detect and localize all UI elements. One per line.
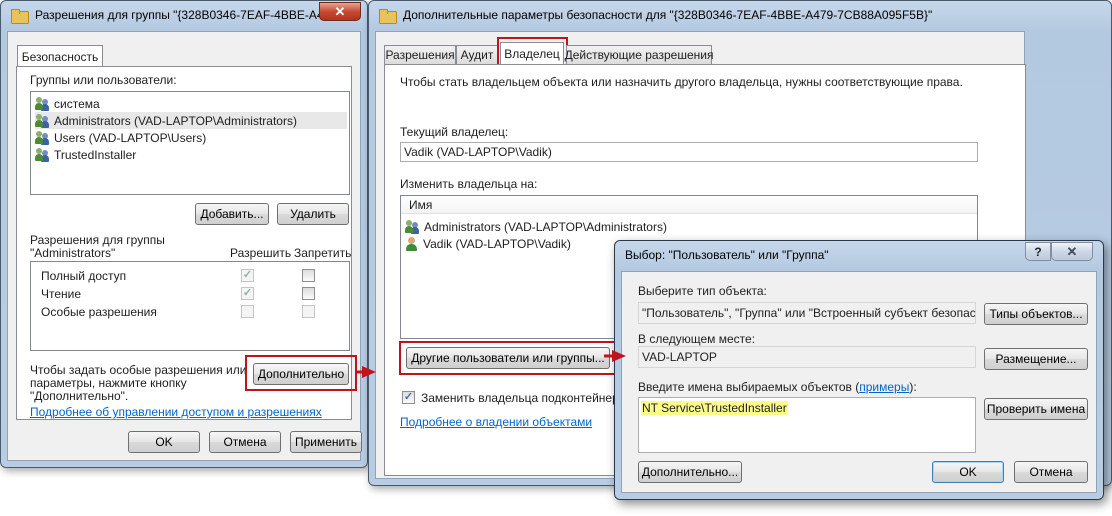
users-icon [35, 113, 51, 128]
permissions-window: Разрешения для группы "{328B0346-7EAF-4B… [0, 0, 368, 468]
permissions-listbox: Полный доступ ✓ Чтение ✓ Особые разрешен… [30, 261, 350, 351]
select-dialog-client-area: Выберите тип объекта: "Пользователь", "Г… [621, 271, 1097, 493]
list-item[interactable]: Administrators (VAD-LAPTOP\Administrator… [35, 112, 347, 129]
current-owner-label: Текущий владелец: [400, 125, 509, 139]
cancel-button[interactable]: Отмена [1014, 461, 1088, 483]
location-button[interactable]: Размещение... [984, 348, 1088, 370]
ownership-help-link[interactable]: Подробнее о владении объектами [400, 415, 592, 429]
special-perms-text-2: параметры, нажмите кнопку [30, 376, 187, 390]
other-users-highlight-box [399, 341, 619, 375]
folder-icon [11, 8, 29, 24]
perm-full-access-label: Полный доступ [41, 269, 127, 283]
access-help-link[interactable]: Подробнее об управлении доступом и разре… [30, 405, 322, 419]
deny-full-access-checkbox[interactable] [302, 269, 315, 282]
location-label: В следующем месте: [638, 332, 756, 346]
owner-info-text: Чтобы стать владельцем объекта или назна… [400, 75, 963, 89]
current-owner-field: Vadik (VAD-LAPTOP\Vadik) [400, 142, 978, 162]
help-button[interactable]: ? [1025, 242, 1051, 261]
replace-owner-checkbox[interactable]: ✓ [402, 391, 415, 404]
permissions-window-title: Разрешения для группы "{328B0346-7EAF-4B… [35, 8, 325, 22]
ok-button[interactable]: OK [128, 431, 200, 453]
cancel-button[interactable]: Отмена [209, 431, 281, 453]
allow-full-access-checkbox[interactable]: ✓ [241, 269, 254, 282]
advanced-security-titlebar[interactable]: Дополнительные параметры безопасности дл… [369, 1, 1111, 29]
deny-column-header: Запретить [294, 246, 352, 260]
tab-security[interactable]: Безопасность [17, 45, 103, 67]
allow-special-checkbox[interactable] [241, 305, 254, 318]
perm-read-label: Чтение [41, 287, 82, 301]
users-icon [35, 130, 51, 145]
users-icon [35, 96, 51, 111]
tab-effective-permissions[interactable]: Действующие разрешения [565, 45, 713, 64]
deny-read-checkbox[interactable] [302, 287, 315, 300]
select-user-group-dialog: Выбор: "Пользователь" или "Группа" ? ✕ В… [614, 240, 1104, 500]
allow-read-checkbox[interactable]: ✓ [241, 287, 254, 300]
tab-audit[interactable]: Аудит [456, 45, 498, 64]
perm-special-label: Особые разрешения [41, 305, 157, 319]
ok-button[interactable]: OK [932, 461, 1004, 483]
users-icon [35, 147, 51, 162]
list-item[interactable]: Administrators (VAD-LAPTOP\Administrator… [405, 218, 667, 235]
close-button[interactable]: ✕ [319, 2, 361, 21]
folder-icon [379, 8, 397, 24]
special-perms-text-1: Чтобы задать особые разрешения или [30, 363, 247, 377]
user-icon [405, 236, 419, 251]
add-button[interactable]: Добавить... [195, 203, 269, 225]
remove-button[interactable]: Удалить [277, 203, 349, 225]
list-item[interactable]: Vadik (VAD-LAPTOP\Vadik) [405, 235, 571, 252]
security-tab-panel: Группы или пользователи: система Adminis… [16, 66, 357, 420]
permissions-client-area: Безопасность Группы или пользователи: си… [7, 31, 362, 461]
list-item[interactable]: система [35, 95, 100, 112]
special-perms-text-3: "Дополнительно". [30, 389, 129, 403]
object-names-input[interactable]: NT Service\TrustedInstaller [638, 397, 976, 453]
groups-listbox[interactable]: система Administrators (VAD-LAPTOP\Admin… [30, 91, 350, 195]
users-icon [405, 219, 421, 234]
advanced-security-title: Дополнительные параметры безопасности дл… [403, 8, 933, 22]
advanced-button[interactable]: Дополнительно... [638, 461, 742, 483]
replace-owner-label: Заменить владельца подконтейнеров и [421, 391, 642, 405]
permissions-titlebar[interactable]: Разрешения для группы "{328B0346-7EAF-4B… [1, 1, 367, 29]
object-type-field: "Пользователь", "Группа" или "Встроенный… [638, 302, 976, 324]
name-column-header[interactable]: Имя [401, 196, 977, 214]
check-names-button[interactable]: Проверить имена [984, 398, 1088, 420]
list-item[interactable]: TrustedInstaller [35, 146, 136, 163]
object-names-value: NT Service\TrustedInstaller [641, 401, 788, 415]
object-names-label: Введите имена выбираемых объектов (приме… [638, 380, 917, 394]
allow-column-header: Разрешить [230, 246, 292, 260]
object-type-label: Выберите тип объекта: [638, 284, 767, 298]
tab-permissions[interactable]: Разрешения [384, 45, 456, 64]
select-dialog-title: Выбор: "Пользователь" или "Группа" [625, 248, 829, 262]
object-types-button[interactable]: Типы объектов... [984, 303, 1088, 325]
deny-special-checkbox[interactable] [302, 305, 315, 318]
change-owner-label: Изменить владельца на: [400, 177, 538, 191]
examples-link[interactable]: примеры [859, 380, 909, 394]
perms-group-label: "Administrators" [30, 246, 116, 260]
location-field: VAD-LAPTOP [638, 346, 976, 368]
perms-for-label: Разрешения для группы [30, 233, 165, 247]
apply-button[interactable]: Применить [290, 431, 362, 453]
close-button[interactable]: ✕ [1051, 242, 1093, 261]
groups-label: Группы или пользователи: [30, 73, 177, 87]
list-item[interactable]: Users (VAD-LAPTOP\Users) [35, 129, 206, 146]
advanced-highlight-box [245, 355, 357, 391]
